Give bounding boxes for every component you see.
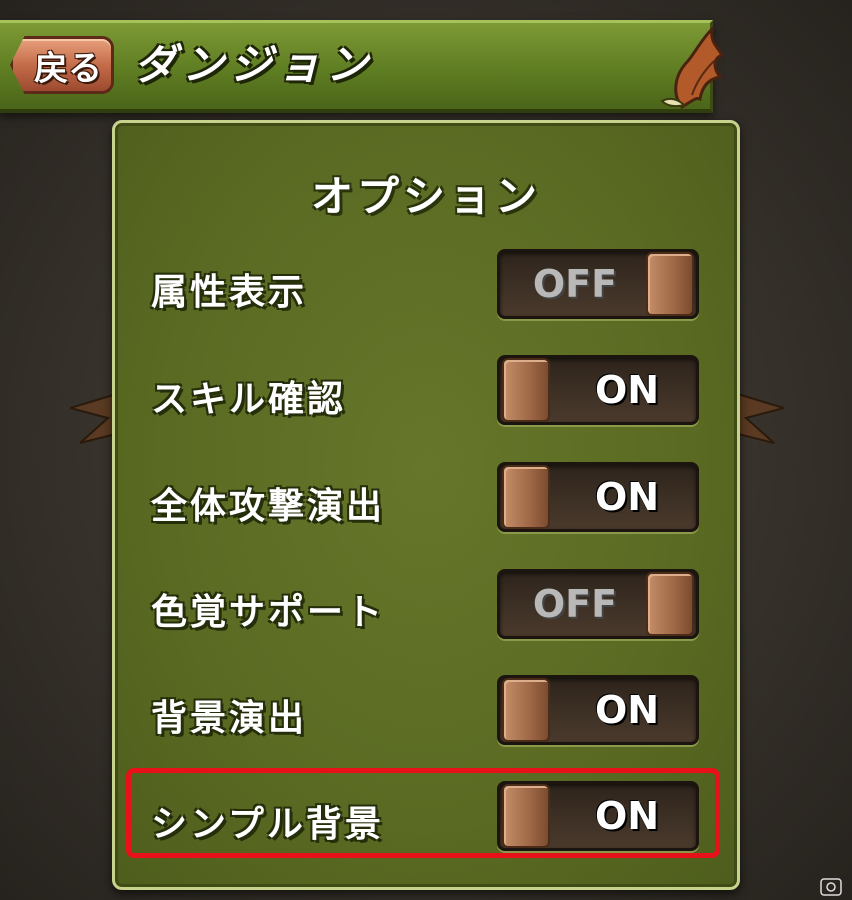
site-watermark-icon [820, 878, 842, 896]
dragon-wing-icon [660, 25, 724, 109]
options-panel-title: オプション [310, 172, 541, 221]
option-label-background-effect: 背景演出 [151, 698, 308, 739]
option-label-all-attack-effect: 全体攻撃演出 [151, 486, 386, 527]
toggle-background-effect[interactable]: ON [497, 675, 699, 745]
toggle-state-text: ON [594, 368, 660, 412]
toggle-all-attack-effect[interactable]: ON [497, 462, 699, 532]
back-button-label: 戻る [34, 48, 102, 89]
toggle-color-vision-support[interactable]: OFF [497, 569, 699, 639]
option-label-attribute-display: 属性表示 [151, 272, 308, 313]
page-title: ダンジョン [134, 40, 375, 89]
toggle-knob[interactable] [502, 358, 550, 422]
toggle-skill-confirm[interactable]: ON [497, 355, 699, 425]
toggle-state-text: ON [594, 688, 660, 732]
toggle-knob[interactable] [646, 572, 694, 636]
toggle-state-text: ON [594, 475, 660, 519]
toggle-state-text: OFF [532, 262, 618, 306]
highlight-box-simple-background [126, 768, 720, 858]
toggle-knob[interactable] [502, 678, 550, 742]
option-label-color-vision-support: 色覚サポート [151, 592, 386, 633]
toggle-state-text: OFF [532, 582, 618, 626]
toggle-attribute-display[interactable]: OFF [497, 249, 699, 319]
header-bar: 戻る ダンジョン [0, 20, 724, 113]
toggle-knob[interactable] [646, 252, 694, 316]
toggle-knob[interactable] [502, 465, 550, 529]
right-wing-ornament [734, 391, 784, 444]
back-button[interactable]: 戻る [10, 36, 114, 94]
option-label-skill-confirm: スキル確認 [151, 379, 347, 420]
